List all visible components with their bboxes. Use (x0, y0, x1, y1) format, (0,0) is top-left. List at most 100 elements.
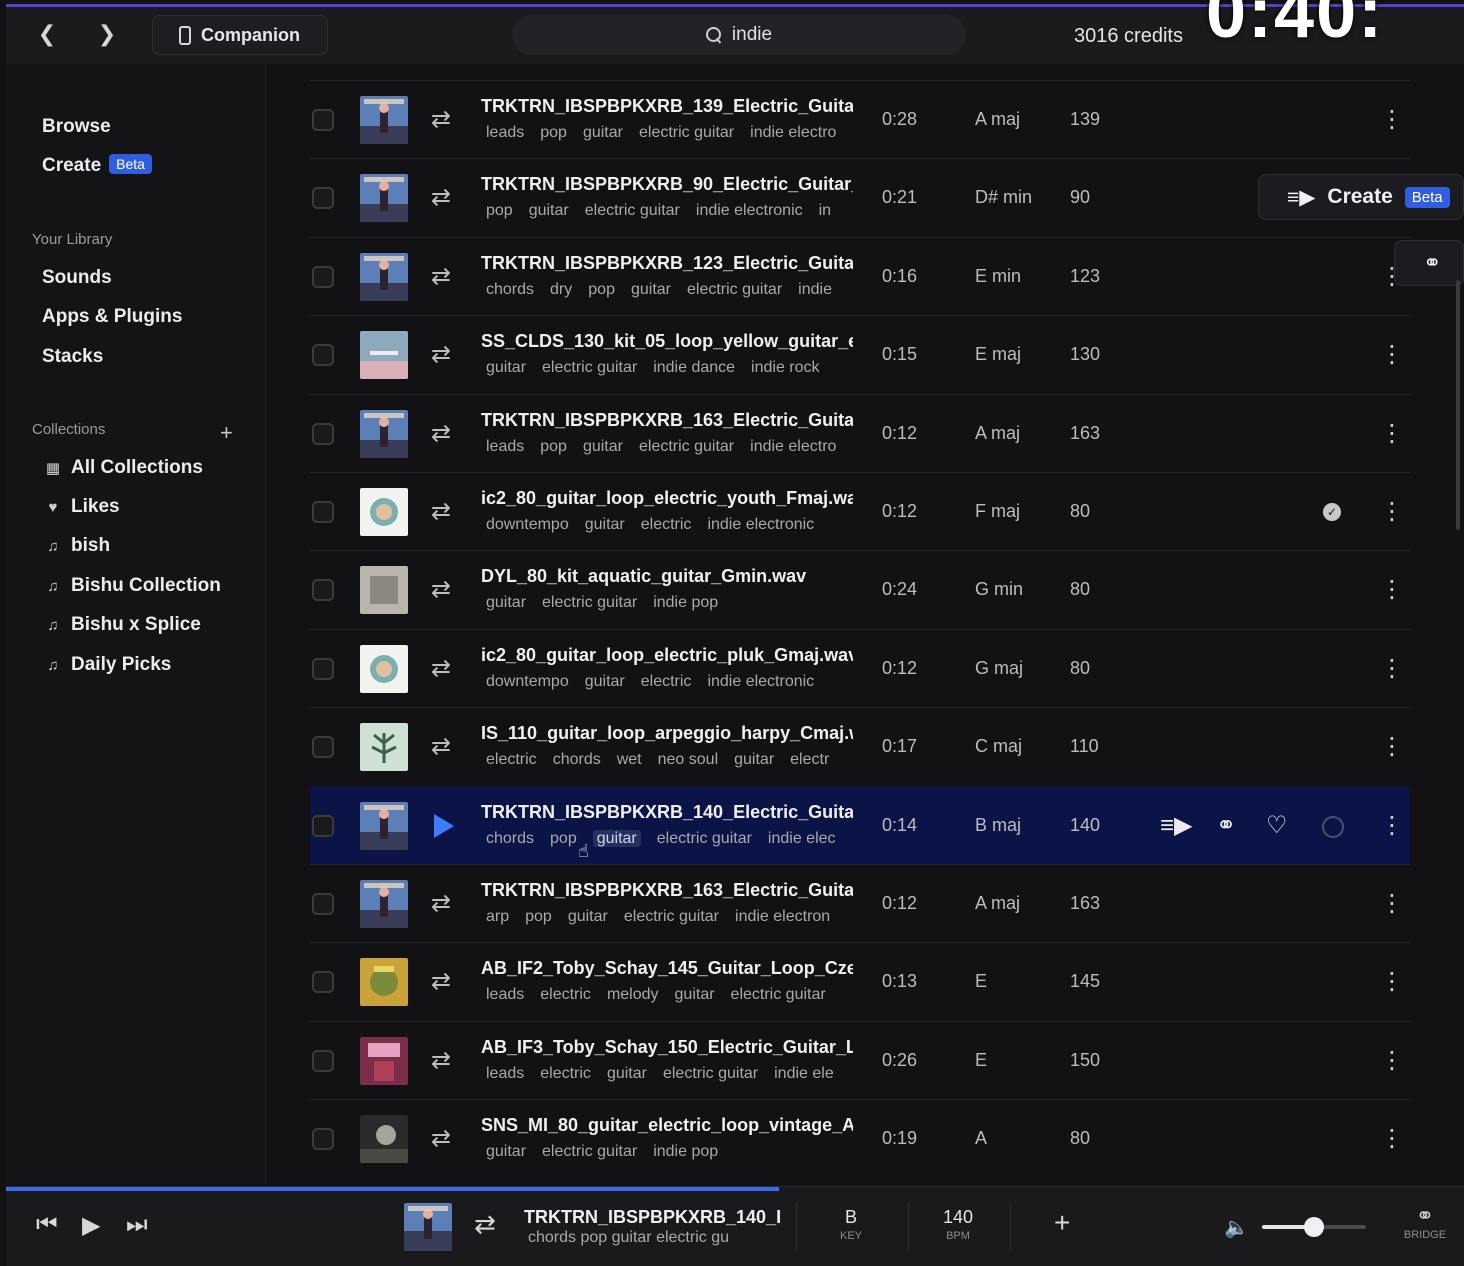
playback-progress[interactable] (6, 1187, 779, 1191)
sound-row[interactable]: ⇄ ic2_80_guitar_loop_electric_pluk_Gmaj.… (310, 628, 1410, 707)
volume-icon[interactable]: 🔈 (1224, 1215, 1249, 1240)
tag[interactable]: indie elec (768, 830, 836, 847)
tag[interactable]: electric (486, 751, 537, 768)
tag[interactable]: leads (486, 986, 524, 1003)
loop-icon[interactable]: ⇄ (474, 1209, 496, 1240)
tag[interactable]: neo soul (658, 751, 719, 768)
sound-name[interactable]: ic2_80_guitar_loop_electric_youth_Fmaj.w… (481, 488, 853, 509)
loop-icon[interactable]: ⇄ (428, 342, 454, 368)
tag[interactable]: indie (798, 281, 832, 298)
add-collection-icon[interactable]: + (220, 420, 233, 446)
nav-stacks[interactable]: Stacks (42, 346, 103, 368)
tag[interactable]: indie electron (735, 908, 830, 925)
tag[interactable]: guitar (585, 516, 625, 533)
loop-icon[interactable]: ⇄ (428, 107, 454, 133)
tag[interactable]: indie pop (653, 1143, 718, 1160)
sound-name[interactable]: ic2_80_guitar_loop_electric_pluk_Gmaj.wa… (481, 645, 853, 666)
sound-row[interactable]: ⇄ TRKTRN_IBSPBPKXRB_139_Electric_Guitar_… (310, 80, 1410, 158)
tag[interactable]: guitar (529, 202, 569, 219)
tag[interactable]: wet (617, 751, 642, 768)
tag[interactable]: indie electro (750, 124, 836, 141)
tag[interactable]: indie electro (750, 438, 836, 455)
tag[interactable]: pop (540, 124, 567, 141)
sound-row[interactable]: ⇄ TRKTRN_IBSPBPKXRB_163_Electric_Guitar_… (310, 864, 1410, 942)
tag[interactable]: indie electronic (696, 202, 803, 219)
row-checkbox[interactable] (312, 187, 334, 210)
tag[interactable]: pop (486, 202, 513, 219)
sound-row[interactable]: ⇄ AB_IF3_Toby_Schay_150_Electric_Guitar_… (310, 1020, 1410, 1099)
sound-name[interactable]: IS_110_guitar_loop_arpeggio_harpy_Cmaj.w… (481, 723, 853, 744)
loop-icon[interactable]: ⇄ (428, 1047, 454, 1074)
tag[interactable]: arp (486, 908, 509, 925)
row-checkbox[interactable] (312, 657, 334, 680)
tag[interactable]: electric (540, 986, 591, 1003)
tag[interactable]: downtempo (486, 516, 569, 533)
tag[interactable]: electric guitar (731, 986, 826, 1003)
tag[interactable]: electric guitar (639, 438, 734, 455)
play-icon[interactable]: ▶ (82, 1211, 100, 1240)
tag[interactable]: guitar (486, 359, 526, 376)
create-floating-button[interactable]: ≡▶ Create Beta (1258, 174, 1464, 220)
more-options-icon[interactable]: ⋮ (1380, 654, 1404, 684)
row-checkbox[interactable] (312, 736, 334, 759)
loop-icon[interactable]: ⇄ (428, 891, 454, 917)
loop-icon[interactable]: ⇄ (428, 734, 454, 760)
more-options-icon[interactable]: ⋮ (1380, 575, 1404, 605)
volume-knob[interactable] (1304, 1217, 1324, 1237)
tag[interactable]: indie dance (653, 359, 735, 376)
row-checkbox[interactable] (312, 579, 334, 602)
tag[interactable]: chords (486, 830, 534, 847)
more-options-icon[interactable]: ⋮ (1380, 1124, 1404, 1154)
sound-row[interactable]: ⇄ IS_110_guitar_loop_arpeggio_harpy_Cmaj… (310, 707, 1410, 785)
tag[interactable]: pop (588, 281, 615, 298)
sound-name[interactable]: TRKTRN_IBSPBPKXRB_140_Electric_Guitar_C (481, 802, 853, 823)
sound-name[interactable]: SNS_MI_80_guitar_electric_loop_vintage_A… (481, 1115, 853, 1136)
next-track-icon[interactable]: ⏭ (126, 1211, 148, 1239)
tag[interactable]: guitar (568, 908, 608, 925)
sound-row[interactable]: ⇄ TRKTRN_IBSPBPKXRB_90_Electric_Guitar_S… (310, 158, 1410, 236)
nav-create[interactable]: Create Beta (42, 154, 152, 177)
loop-icon[interactable]: ⇄ (428, 1126, 454, 1152)
sound-name[interactable]: TRKTRN_IBSPBPKXRB_123_Electric_Guitar_C (481, 253, 853, 274)
loop-icon[interactable]: ⇄ (428, 969, 454, 995)
tag[interactable]: electric guitar (542, 594, 637, 611)
tag[interactable]: guitar (486, 594, 526, 611)
row-checkbox[interactable] (312, 1128, 334, 1151)
tag[interactable]: electric (641, 516, 692, 533)
more-options-icon[interactable]: ⋮ (1380, 419, 1404, 449)
queue-play-icon[interactable]: ≡▶ (1160, 811, 1192, 841)
row-checkbox[interactable] (312, 971, 334, 994)
more-options-icon[interactable]: ⋮ (1380, 497, 1404, 527)
tag[interactable]: electric guitar (657, 830, 752, 847)
tag[interactable]: chords (486, 281, 534, 298)
sound-name[interactable]: TRKTRN_IBSPBPKXRB_163_Electric_Guitar_L (481, 410, 853, 431)
tag[interactable]: electric guitar (624, 908, 719, 925)
sound-name[interactable]: TRKTRN_IBSPBPKXRB_139_Electric_Guitar_L (481, 96, 853, 117)
tag[interactable]: guitar (607, 1065, 647, 1082)
sound-name[interactable]: TRKTRN_IBSPBPKXRB_90_Electric_Guitar_S (481, 174, 853, 195)
tag[interactable]: electric guitar (542, 1143, 637, 1160)
tag[interactable]: downtempo (486, 673, 569, 690)
scrollbar[interactable] (1456, 280, 1460, 530)
volume-slider[interactable] (1262, 1217, 1366, 1237)
tag[interactable]: electric guitar (542, 359, 637, 376)
tag[interactable]: guitar (675, 986, 715, 1003)
tag[interactable]: in (819, 202, 831, 219)
sound-name[interactable]: TRKTRN_IBSPBPKXRB_163_Electric_Guitar_A (481, 880, 853, 901)
sound-row[interactable]: ⇄ SNS_MI_80_guitar_electric_loop_vintage… (310, 1099, 1410, 1177)
previous-track-icon[interactable]: ⏮ (36, 1211, 58, 1239)
nav-sounds[interactable]: Sounds (42, 267, 112, 289)
tag[interactable]: electric guitar (585, 202, 680, 219)
tag[interactable]: electr (790, 751, 829, 768)
tag[interactable]: leads (486, 438, 524, 455)
tag[interactable]: guitar (486, 1143, 526, 1160)
tag[interactable]: indie pop (653, 594, 718, 611)
loop-icon[interactable]: ⇄ (428, 577, 454, 603)
sound-row[interactable]: ⇄ AB_IF2_Toby_Schay_145_Guitar_Loop_Czec… (310, 942, 1410, 1020)
more-options-icon[interactable]: ⋮ (1380, 105, 1404, 135)
play-icon[interactable] (434, 813, 454, 838)
tag[interactable]: electric guitar (639, 124, 734, 141)
tag[interactable]: leads (486, 124, 524, 141)
tag[interactable]: guitar (583, 124, 623, 141)
tag[interactable]: guitar (734, 751, 774, 768)
